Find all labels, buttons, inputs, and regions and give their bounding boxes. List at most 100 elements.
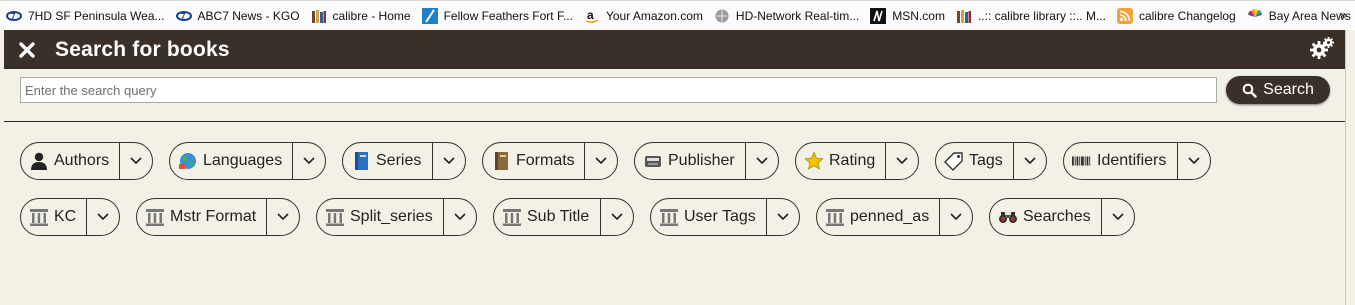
- category-user-tags: User Tags: [650, 198, 800, 236]
- chevron-down-icon: [130, 157, 142, 165]
- category-mstr-format-button[interactable]: Mstr Format: [137, 199, 266, 235]
- category-publisher: Publisher: [634, 142, 779, 180]
- category-formats-button[interactable]: Formats: [483, 143, 584, 179]
- category-searches-dropdown[interactable]: [1101, 199, 1134, 235]
- category-penned-as-button[interactable]: penned_as: [817, 199, 939, 235]
- bookmark-item[interactable]: Fellow Feathers Fort F...: [421, 7, 573, 24]
- category-user-tags-button[interactable]: User Tags: [651, 199, 766, 235]
- chevron-down-icon: [950, 213, 962, 221]
- category-series-dropdown[interactable]: [432, 143, 465, 179]
- tag-icon: [944, 151, 964, 171]
- category-authors-button[interactable]: Authors: [21, 143, 119, 179]
- chevron-down-icon: [277, 213, 289, 221]
- column-icon: [825, 207, 845, 227]
- category-identifiers-button[interactable]: Identifiers: [1064, 143, 1177, 179]
- feather-icon: [421, 7, 438, 24]
- bookmark-label: calibre - Home: [332, 8, 411, 23]
- category-publisher-button[interactable]: Publisher: [635, 143, 745, 179]
- languages-icon: [178, 151, 198, 171]
- amazon-icon: a: [584, 8, 600, 24]
- category-searches-button[interactable]: Searches: [990, 199, 1101, 235]
- close-icon[interactable]: [19, 41, 35, 58]
- category-formats-dropdown[interactable]: [584, 143, 617, 179]
- column-icon: [29, 207, 49, 227]
- category-label: Rating: [829, 152, 876, 169]
- category-tags-button[interactable]: Tags: [936, 143, 1013, 179]
- category-label: Sub Title: [527, 208, 590, 225]
- person-icon: [29, 151, 49, 171]
- category-label: Mstr Format: [170, 208, 257, 225]
- category-penned-as-dropdown[interactable]: [939, 199, 972, 235]
- category-label: Searches: [1023, 208, 1091, 225]
- category-user-tags-dropdown[interactable]: [766, 199, 799, 235]
- category-kc-button[interactable]: KC: [21, 199, 86, 235]
- globe-icon: [714, 8, 730, 24]
- bookmark-label: MSN.com: [892, 8, 945, 23]
- category-formats: Formats: [482, 142, 618, 180]
- column-icon: [659, 207, 679, 227]
- bookmarks-overflow-chevron-icon[interactable]: »: [1340, 7, 1347, 22]
- bookmark-item[interactable]: 7 ABC7 News - KGO: [175, 8, 300, 24]
- search-icon: [1242, 83, 1257, 98]
- bookmark-label: ..:: calibre library ::.. M...: [977, 8, 1106, 23]
- category-publisher-dropdown[interactable]: [745, 143, 778, 179]
- category-label: Tags: [969, 152, 1003, 169]
- bookmark-item[interactable]: MSN.com: [870, 7, 945, 24]
- chevron-down-icon: [1112, 213, 1124, 221]
- category-rating-dropdown[interactable]: [885, 143, 918, 179]
- bookmark-label: Fellow Feathers Fort F...: [443, 8, 573, 23]
- category-label: Identifiers: [1097, 152, 1167, 169]
- star-icon: [804, 151, 824, 171]
- category-mstr-format: Mstr Format: [136, 198, 300, 236]
- bookmark-label: 7HD SF Peninsula Wea...: [28, 8, 165, 23]
- category-languages-button[interactable]: Languages: [170, 143, 292, 179]
- category-label: Formats: [516, 152, 575, 169]
- category-rating-button[interactable]: Rating: [796, 143, 885, 179]
- category-sub-title-button[interactable]: Sub Title: [494, 199, 600, 235]
- books-icon: [311, 8, 327, 24]
- bookmark-item[interactable]: a Your Amazon.com: [584, 8, 703, 24]
- chevron-down-icon: [896, 157, 908, 165]
- category-mstr-format-dropdown[interactable]: [266, 199, 299, 235]
- bookmark-label: ABC7 News - KGO: [197, 8, 300, 23]
- category-authors-dropdown[interactable]: [119, 143, 152, 179]
- chevron-down-icon: [443, 157, 455, 165]
- bookmark-item[interactable]: calibre - Home: [311, 8, 411, 24]
- bookmark-item[interactable]: Bay Area News !!: [1247, 8, 1355, 24]
- gear-icon[interactable]: [1309, 36, 1335, 62]
- category-languages: Languages: [169, 142, 326, 180]
- category-authors: Authors: [20, 142, 153, 180]
- category-label: Authors: [54, 152, 110, 169]
- category-tags: Tags: [935, 142, 1047, 180]
- category-identifiers-dropdown[interactable]: [1177, 143, 1210, 179]
- category-label: Languages: [203, 152, 283, 169]
- search-input[interactable]: [20, 77, 1217, 103]
- category-kc-dropdown[interactable]: [86, 199, 119, 235]
- search-button-label: Search: [1263, 81, 1314, 98]
- category-sub-title-dropdown[interactable]: [600, 199, 633, 235]
- panel-header: Search for books: [4, 30, 1345, 69]
- category-series-button[interactable]: Series: [343, 143, 432, 179]
- svg-text:7: 7: [11, 12, 16, 21]
- category-languages-dropdown[interactable]: [292, 143, 325, 179]
- category-identifiers: Identifiers: [1063, 142, 1211, 180]
- category-label: KC: [54, 208, 77, 225]
- category-tags-dropdown[interactable]: [1013, 143, 1046, 179]
- chevron-down-icon: [454, 213, 466, 221]
- search-button[interactable]: Search: [1226, 76, 1330, 104]
- bookmark-label: Your Amazon.com: [605, 8, 703, 23]
- chevron-down-icon: [1188, 157, 1200, 165]
- bookmark-item[interactable]: ..:: calibre library ::.. M...: [956, 8, 1106, 24]
- category-split-series-dropdown[interactable]: [443, 199, 476, 235]
- category-searches: Searches: [989, 198, 1135, 236]
- category-label: Series: [376, 152, 422, 169]
- bookmarks-bar: 7 7HD SF Peninsula Wea... 7 ABC7 News - …: [0, 0, 1355, 30]
- bookmark-item[interactable]: HD-Network Real-tim...: [714, 8, 859, 24]
- category-split-series-button[interactable]: Split_series: [317, 199, 443, 235]
- page-title: Search for books: [55, 37, 230, 61]
- chevron-down-icon: [97, 213, 109, 221]
- svg-text:a: a: [587, 8, 594, 22]
- abc7-icon: 7: [175, 8, 192, 24]
- bookmark-item[interactable]: 7 7HD SF Peninsula Wea...: [6, 8, 165, 24]
- bookmark-item[interactable]: calibre Changelog: [1116, 7, 1236, 24]
